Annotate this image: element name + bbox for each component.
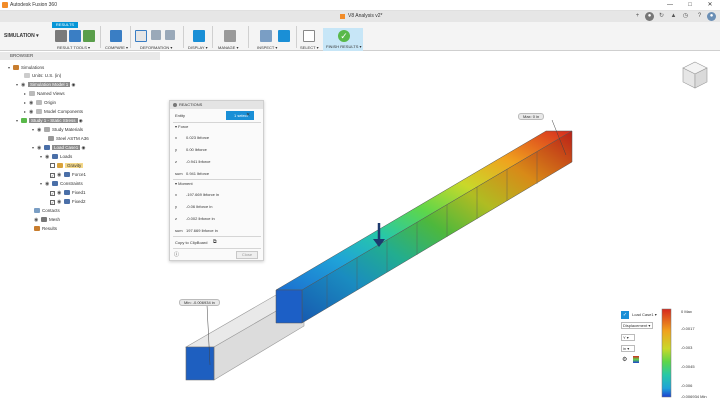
beam-side-face	[301, 130, 573, 324]
moment-sum-label: sum	[175, 228, 183, 233]
legend-tick: -0.0017	[681, 326, 695, 331]
divider	[173, 179, 261, 180]
divider	[173, 122, 261, 123]
entity-label: Entity	[175, 113, 186, 118]
reactions-header: REACTIONS	[170, 101, 263, 109]
legend-settings-icon[interactable]: ⚙	[622, 356, 627, 363]
legend-tick: -0.006	[681, 383, 693, 388]
legend-tick: -0.0045	[681, 364, 695, 369]
moment-z-label: z	[175, 216, 177, 221]
force-x-label: x	[175, 135, 177, 140]
beam-top-face	[275, 130, 573, 291]
close-button[interactable]: Close	[236, 251, 258, 259]
moment-header[interactable]: ▾ Moment	[175, 181, 193, 186]
divider	[173, 248, 261, 249]
load-case-select[interactable]: Load Case1 ▾	[632, 312, 657, 317]
force-y-label: y	[175, 147, 177, 152]
unit-select[interactable]: in ▾	[621, 345, 635, 352]
copy-to-clipboard-label: Copy to ClipBoard	[175, 240, 208, 245]
max-value-flag[interactable]: Max: 0 in	[518, 113, 545, 120]
force-z-label: z	[175, 159, 177, 164]
result-type-select[interactable]: Displacement ▾	[621, 322, 653, 329]
legend-gradient-icon[interactable]	[633, 356, 639, 363]
moment-x-label: x	[175, 192, 177, 197]
force-sum-value: 0.941 lbforce	[186, 171, 210, 176]
force-sum-label: sum	[175, 171, 183, 176]
clear-selection-icon[interactable]: ✕	[246, 112, 250, 118]
legend-pin-icon[interactable]: ✓	[621, 311, 629, 319]
reactions-dialog: REACTIONS Entity 1 select ✕ ▾ Force x 0.…	[169, 100, 264, 261]
legend-color-bar	[661, 308, 672, 398]
legend-tick-max: 0 Max	[681, 309, 692, 314]
beam-section-face	[275, 289, 303, 324]
viewcube-icon	[682, 61, 708, 89]
legend-panel: ✓ Load Case1 ▾ Displacement ▾ Y ▾ in ▾ ⚙	[619, 310, 659, 370]
model-viewport[interactable]	[0, 0, 720, 404]
moment-y-value: -0.06 lbforce in	[186, 204, 213, 209]
min-value-flag[interactable]: Min: -0.006934 in	[179, 299, 220, 306]
viewcube[interactable]	[681, 60, 709, 90]
moment-x-value: -197.669 lbforce in	[186, 192, 220, 197]
force-x-value: 0.023 lbforce	[186, 135, 210, 140]
dialog-icon	[173, 103, 177, 107]
force-header[interactable]: ▾ Force	[175, 124, 188, 129]
moment-y-label: y	[175, 204, 177, 209]
force-z-value: -0.941 lbforce	[186, 159, 211, 164]
component-select[interactable]: Y ▾	[621, 334, 635, 341]
moment-sum-value: 197.669 lbforce in	[186, 228, 218, 233]
legend-tick: -0.003	[681, 345, 693, 350]
divider	[173, 236, 261, 237]
legend-tick-min: -0.006934 Min	[681, 394, 707, 399]
force-y-value: 0.00 lbforce	[186, 147, 207, 152]
info-icon[interactable]: ⓘ	[174, 251, 179, 258]
moment-z-value: -0.002 lbforce in	[186, 216, 215, 221]
clipboard-icon[interactable]: ⧉	[213, 239, 217, 245]
